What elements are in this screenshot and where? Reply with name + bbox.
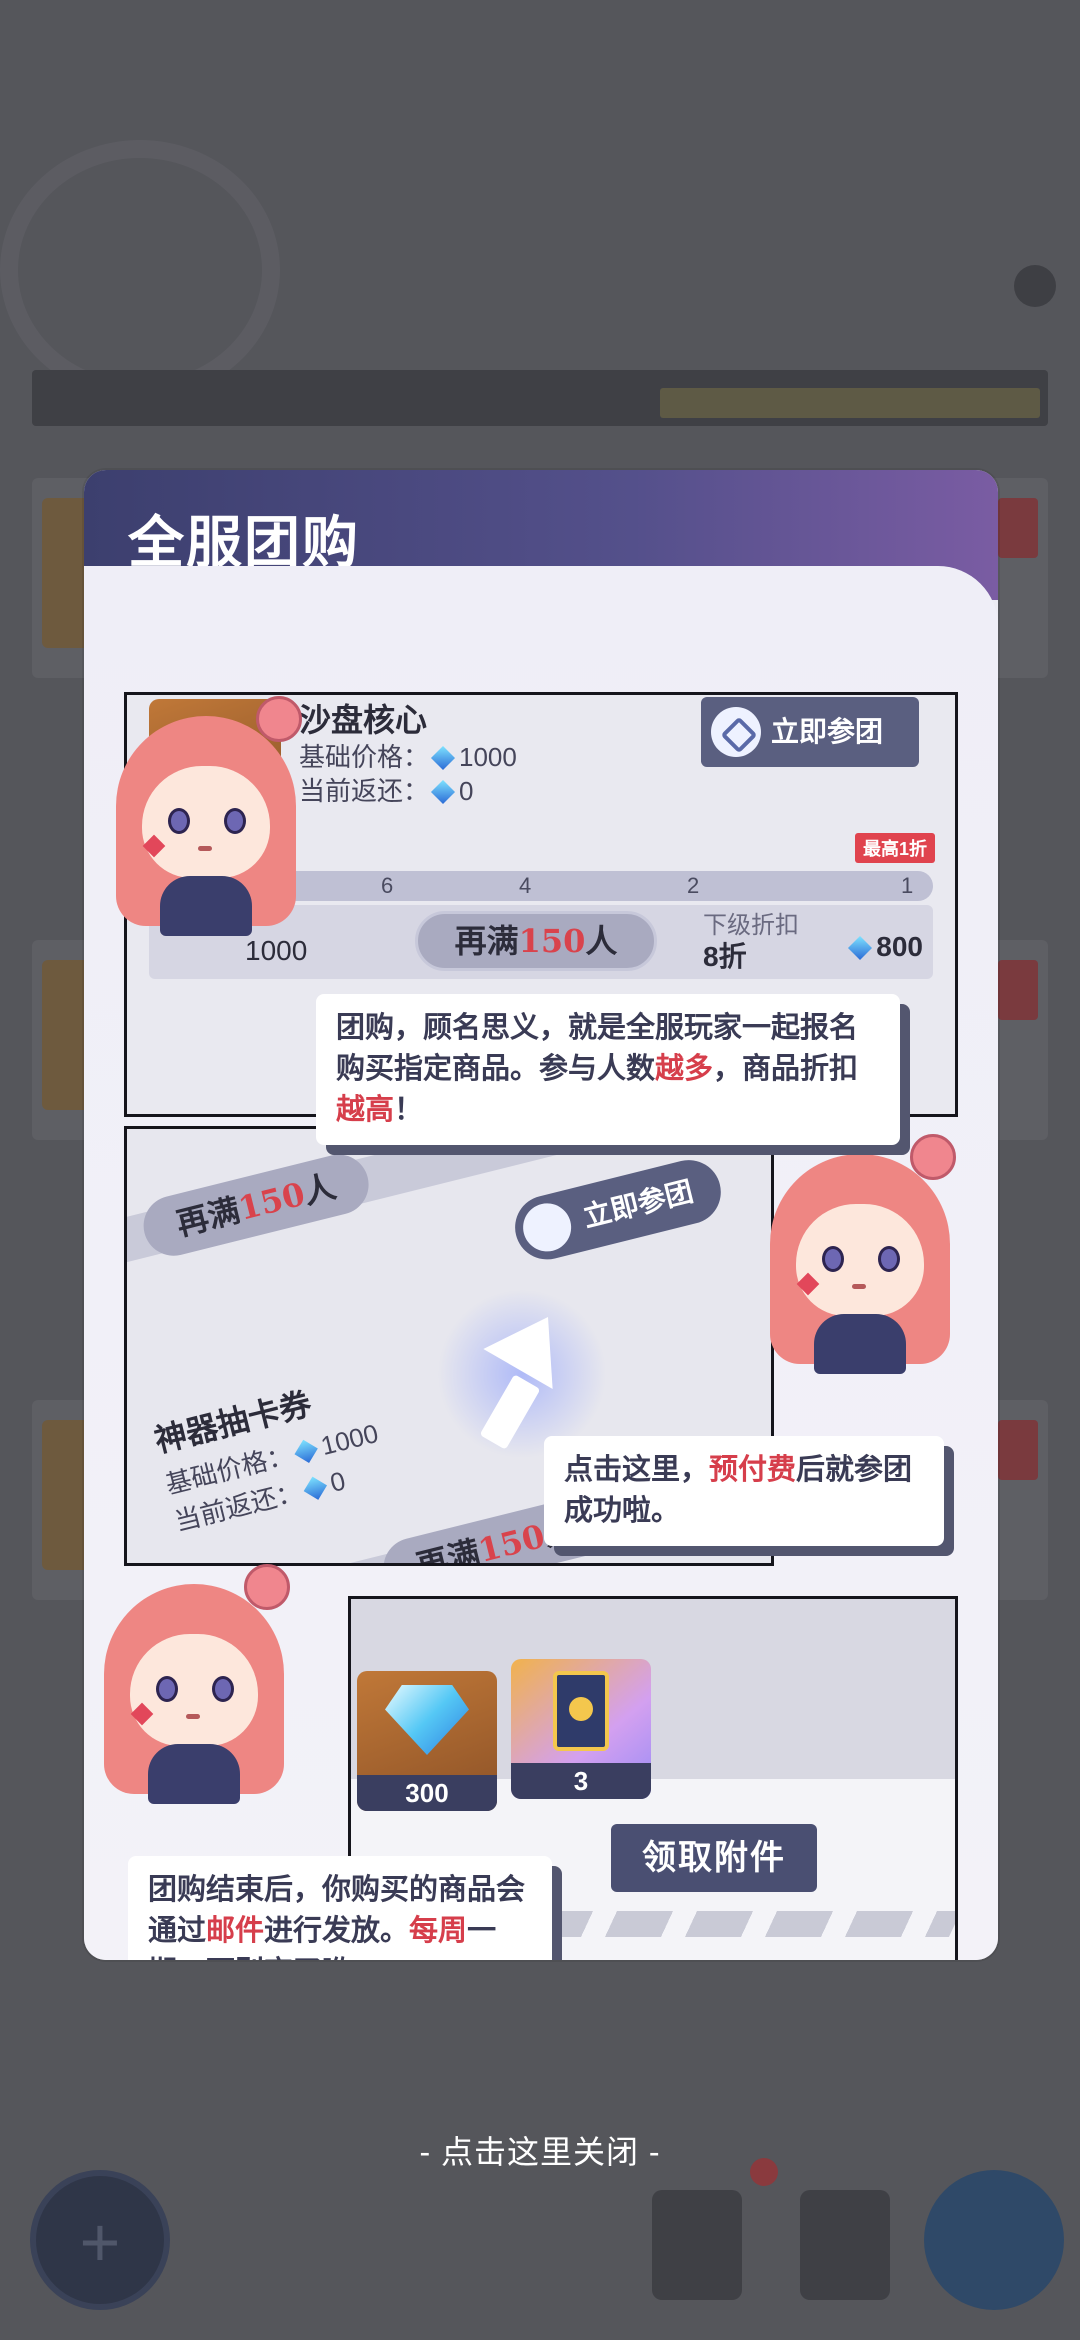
remain-prefix: 再满 bbox=[454, 922, 519, 960]
background-emblem bbox=[0, 140, 280, 400]
next-discount-value: 8折 bbox=[703, 941, 747, 972]
base-price-value: 1000 bbox=[317, 1417, 382, 1462]
card-ticket-icon bbox=[553, 1671, 609, 1751]
bubble-highlight: 邮件 bbox=[206, 1915, 265, 1947]
background-notice bbox=[660, 388, 1040, 418]
base-price-label: 基础价格： bbox=[299, 742, 430, 772]
tutorial-bubble-intro: 团购，顾名思义，就是全服玩家一起报名购买指定商品。参与人数越多，商品折扣越高！ bbox=[316, 994, 900, 1145]
bubble-text: 点击这里， bbox=[564, 1454, 710, 1486]
tag-icon bbox=[711, 707, 761, 757]
remain-prefix: 再满 bbox=[412, 1533, 484, 1566]
diamond-icon bbox=[303, 1476, 328, 1500]
guide-character-avatar bbox=[94, 1564, 294, 1804]
diamond-icon bbox=[430, 745, 456, 771]
tick-label: 6 bbox=[381, 873, 394, 898]
bubble-text: 进行发放。 bbox=[264, 1915, 410, 1947]
bubble-highlight: 越高 bbox=[336, 1094, 395, 1126]
next-price: 800 bbox=[846, 931, 923, 963]
tutorial-bubble-join: 点击这里，预付费后就参团成功啦。 bbox=[544, 1436, 944, 1546]
diamond-icon bbox=[430, 779, 456, 805]
remaining-players-pill: 再满150人 bbox=[137, 1148, 375, 1263]
remain-count: 150 bbox=[234, 1174, 309, 1228]
modal-body: 5 沙盘核心 基础价格：1000 当前返还：0 立即参团 最高1折 10 6 4… bbox=[84, 566, 998, 1960]
group-buy-tutorial-modal: 全服团购 5 沙盘核心 基础价格：1000 当前返还：0 立即参团 最高1折 1… bbox=[84, 470, 998, 1960]
rebate-value: 0 bbox=[327, 1465, 349, 1498]
bubble-text: ！ bbox=[394, 1094, 424, 1126]
remain-count: 150 bbox=[474, 1516, 549, 1566]
remain-prefix: 再满 bbox=[172, 1190, 244, 1244]
join-group-button[interactable]: 立即参团 bbox=[508, 1153, 728, 1267]
join-group-button[interactable]: 立即参团 bbox=[701, 697, 919, 767]
guide-character-avatar bbox=[760, 1134, 960, 1374]
rebate-label: 当前返还： bbox=[299, 776, 430, 806]
bubble-highlight: 每周 bbox=[409, 1915, 468, 1947]
bubble-highlight: 预付费 bbox=[709, 1454, 797, 1486]
tick-label: 1 bbox=[901, 873, 914, 898]
tick-label: 4 bbox=[519, 873, 532, 898]
diamond-icon bbox=[848, 935, 873, 961]
base-price-row: 基础价格： 1000 bbox=[299, 737, 517, 774]
close-hint-button[interactable]: - 点击这里关闭 - bbox=[0, 2127, 1080, 2173]
item-name: 沙盘核心 bbox=[299, 701, 428, 739]
reward-count: 300 bbox=[357, 1775, 497, 1811]
join-group-label: 立即参团 bbox=[579, 1174, 697, 1234]
current-price: 1000 bbox=[245, 935, 308, 966]
background-add-button: + bbox=[30, 2170, 170, 2310]
max-discount-badge: 最高1折 bbox=[854, 833, 935, 863]
bubble-highlight: 越多 bbox=[655, 1053, 714, 1085]
remaining-players-pill: 再满150人 bbox=[415, 911, 657, 971]
background-nav-icon bbox=[800, 2190, 890, 2300]
background-help-icon bbox=[1014, 265, 1056, 307]
tutorial-bubble-mail: 团购结束后，你购买的商品会通过邮件进行发放。每周一期，可别忘了哟~ bbox=[128, 1856, 552, 1960]
bubble-text: ，商品折扣 bbox=[713, 1053, 859, 1085]
reward-count: 3 bbox=[511, 1763, 651, 1799]
diamond-icon bbox=[294, 1439, 318, 1464]
join-group-label: 立即参团 bbox=[771, 715, 884, 748]
current-price: 2000 bbox=[124, 1281, 125, 1327]
diamond-icon bbox=[385, 1685, 469, 1755]
reward-card-ticket: 3 bbox=[511, 1659, 651, 1799]
tag-icon bbox=[518, 1198, 577, 1257]
background-round-button bbox=[924, 2170, 1064, 2310]
guide-character-avatar bbox=[106, 696, 306, 936]
background-nav-icon bbox=[652, 2190, 742, 2300]
reward-diamond: 300 bbox=[357, 1671, 497, 1811]
remain-count: 150 bbox=[518, 922, 586, 960]
tick-label: 2 bbox=[687, 873, 700, 898]
claim-attachment-button[interactable]: 领取附件 bbox=[611, 1824, 817, 1892]
base-price-value: 1000 bbox=[459, 742, 517, 772]
rebate-row: 当前返还： 0 bbox=[299, 771, 473, 808]
rebate-value: 0 bbox=[459, 776, 474, 806]
remain-suffix: 人 bbox=[585, 922, 618, 960]
next-price-value: 800 bbox=[876, 931, 923, 962]
